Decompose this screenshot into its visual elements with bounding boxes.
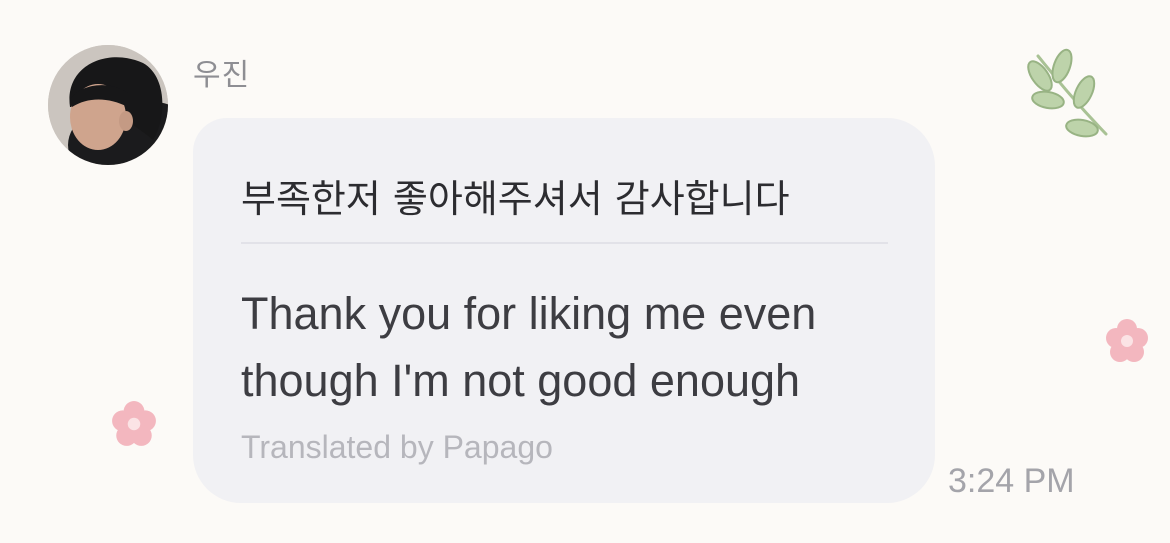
leaf-sprig-icon xyxy=(1027,48,1108,138)
flower-icon-left xyxy=(112,401,156,446)
translation-divider xyxy=(241,242,888,244)
flower-icon-right xyxy=(1106,319,1148,362)
original-message-text: 부족한저 좋아해주셔서 감사합니다 xyxy=(241,177,790,221)
translated-message-text: Thank you for liking me even though I'm … xyxy=(241,288,817,406)
sender-name: 우진 xyxy=(193,58,251,93)
avatar-photo xyxy=(48,45,168,165)
sender-avatar[interactable] xyxy=(48,45,168,165)
message-bubble[interactable]: 부족한저 좋아해주셔서 감사합니다 Thank you for liking m… xyxy=(193,118,935,503)
message-timestamp: 3:24 PM xyxy=(948,462,1075,500)
translation-attribution: Translated by Papago xyxy=(241,429,553,465)
